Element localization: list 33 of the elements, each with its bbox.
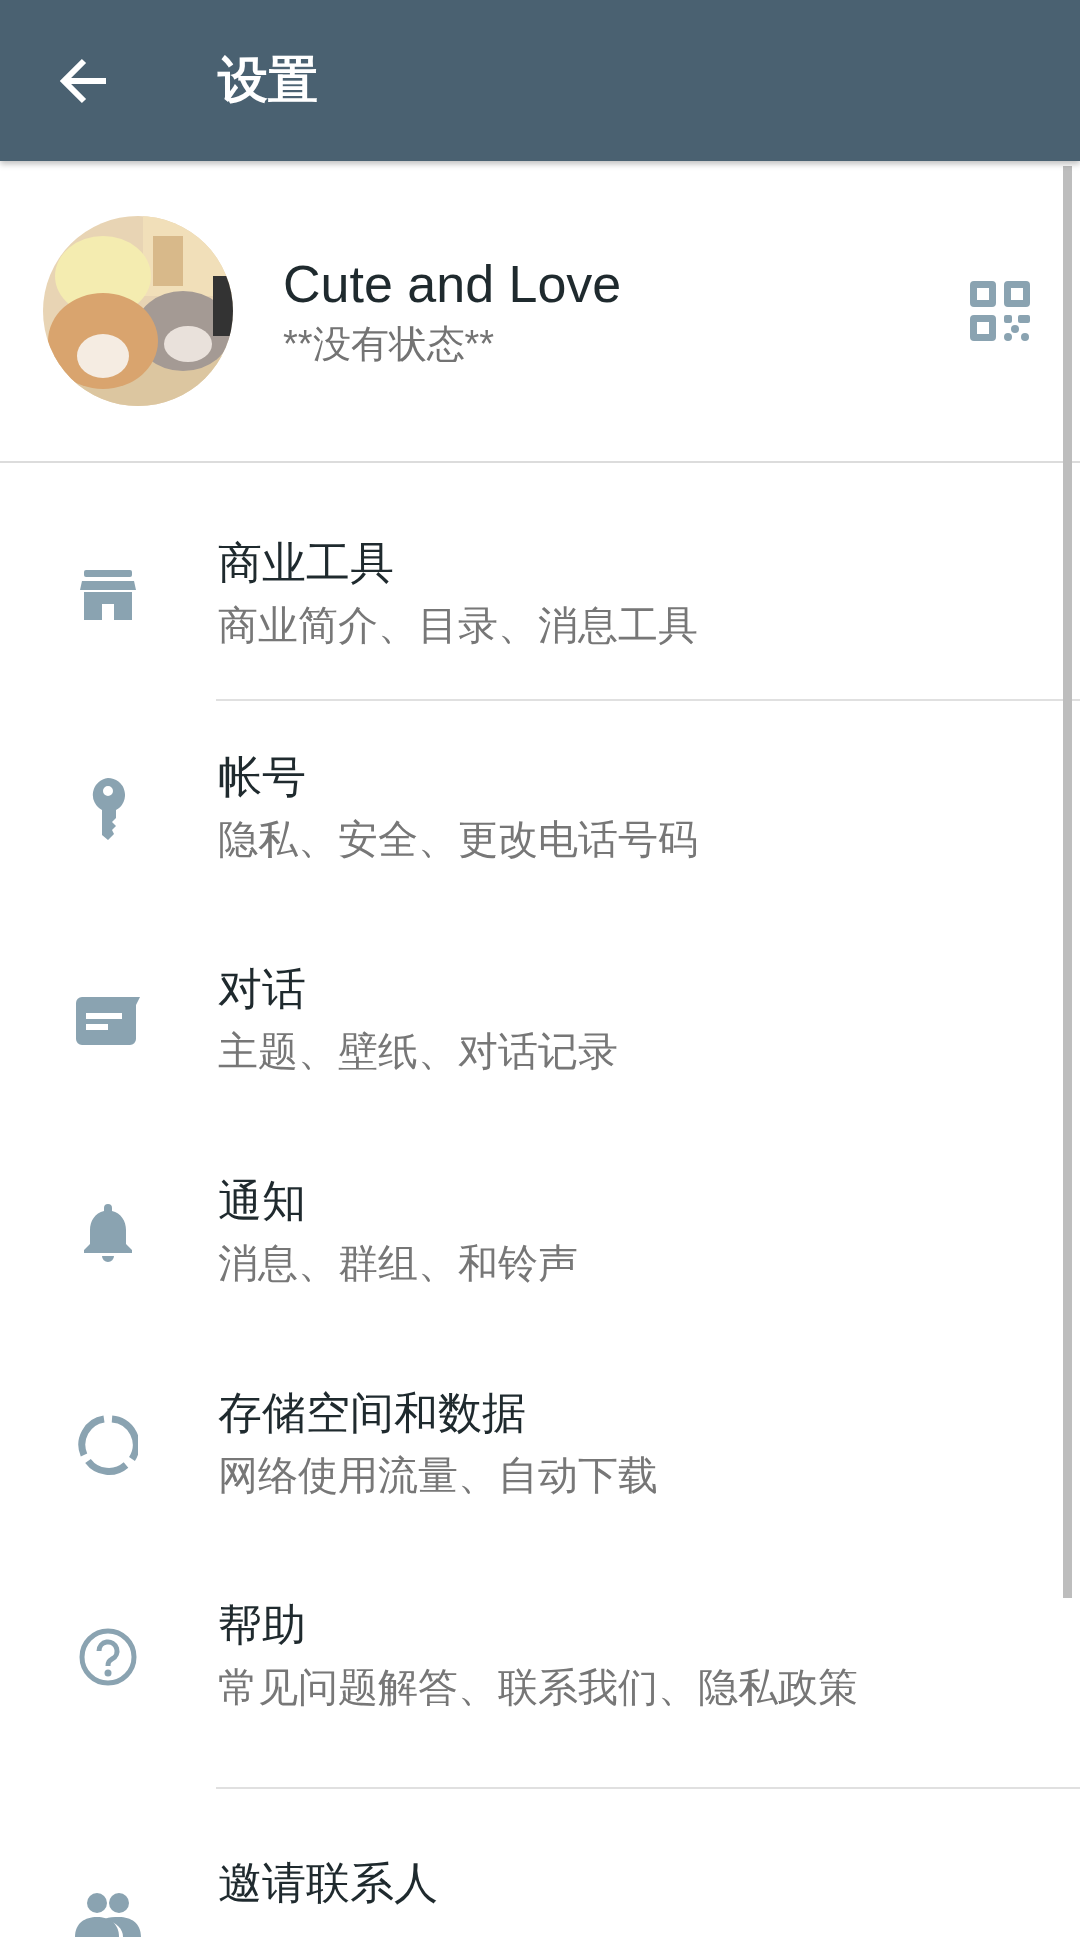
profile-status: **没有状态**	[283, 322, 496, 367]
item-subtitle: 常见问题解答、联系我们、隐私政策	[218, 1664, 858, 1711]
people-icon	[75, 1893, 141, 1937]
item-subtitle: 网络使用流量、自动下载	[218, 1452, 658, 1499]
settings-item[interactable]: 邀请联系人	[0, 1813, 1080, 1943]
item-title: 帐号	[218, 751, 307, 803]
help-icon	[78, 1627, 138, 1687]
page-title: 设置	[218, 51, 318, 110]
item-title: 邀请联系人	[218, 1857, 438, 1909]
store-icon	[80, 570, 136, 620]
settings-item[interactable]: 帐号 隐私、安全、更改电话号码	[0, 701, 1080, 913]
scroll-bar[interactable]	[1063, 166, 1072, 1598]
item-title: 存储空间和数据	[218, 1387, 527, 1439]
settings-item[interactable]: 存储空间和数据 网络使用流量、自动下载	[0, 1337, 1080, 1549]
profile-name: Cute and Love	[283, 254, 623, 315]
item-title: 通知	[218, 1175, 307, 1227]
item-subtitle: 消息、群组、和铃声	[218, 1240, 578, 1287]
item-title: 帮助	[218, 1599, 307, 1651]
settings-item[interactable]: 对话 主题、壁纸、对话记录	[0, 913, 1080, 1125]
settings-item[interactable]: 商业工具 商业简介、目录、消息工具	[0, 487, 1080, 699]
bell-icon	[84, 1204, 132, 1262]
back-arrow-icon	[60, 57, 108, 104]
item-title: 对话	[218, 963, 307, 1015]
qr-code-icon[interactable]	[970, 281, 1030, 341]
item-title: 商业工具	[218, 537, 395, 589]
item-subtitle: 主题、壁纸、对话记录	[218, 1028, 618, 1075]
item-subtitle: 隐私、安全、更改电话号码	[218, 816, 698, 863]
settings-item[interactable]: 通知 消息、群组、和铃声	[0, 1125, 1080, 1337]
data-usage-icon	[78, 1415, 138, 1475]
settings-item[interactable]: 帮助 常见问题解答、联系我们、隐私政策	[0, 1549, 1080, 1761]
message-icon	[76, 997, 140, 1045]
item-subtitle: 商业简介、目录、消息工具	[218, 602, 698, 649]
key-icon	[91, 778, 125, 840]
